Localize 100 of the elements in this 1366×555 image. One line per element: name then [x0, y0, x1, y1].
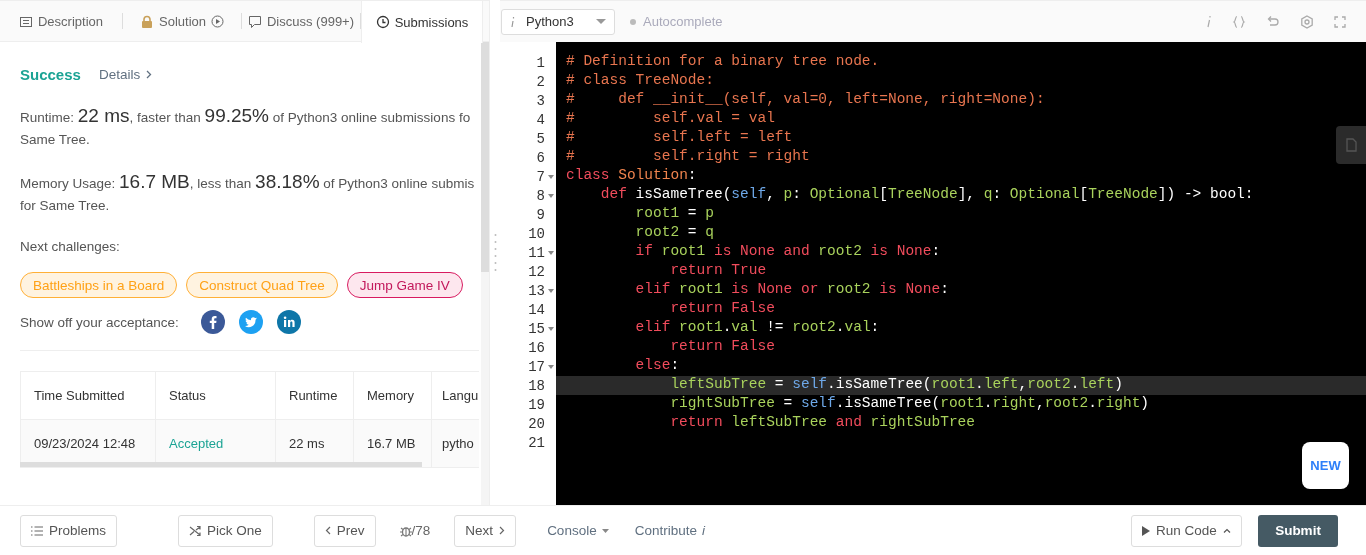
info-icon	[510, 15, 516, 28]
info-icon[interactable]	[1206, 15, 1212, 28]
code-line: return False	[669, 338, 775, 356]
caret-up-icon	[1222, 528, 1231, 533]
line-number: 17	[528, 358, 545, 375]
drag-handle-icon[interactable]	[493, 232, 497, 273]
code-line: elif root1 is None or root2 is None:	[634, 281, 949, 299]
pick-one-button[interactable]: Pick One	[178, 514, 273, 547]
code-line: if root1 is None and root2 is None:	[634, 243, 941, 261]
code-line: root2 = q	[634, 224, 714, 242]
line-number: 4	[536, 111, 545, 128]
chevron-right-icon	[146, 70, 153, 79]
line-number: 8	[536, 187, 545, 204]
play-circle-icon	[211, 15, 224, 28]
column-header: Runtime	[275, 371, 354, 420]
chevron-right-icon	[499, 526, 506, 535]
bug-icon	[399, 524, 412, 537]
line-number: 14	[528, 301, 545, 318]
line-number: 3	[536, 92, 545, 109]
fold-arrow-icon[interactable]	[548, 325, 554, 332]
console-button[interactable]: Console	[547, 523, 609, 538]
prev-button[interactable]: Prev	[313, 514, 376, 547]
problem-counter: /78	[411, 523, 431, 538]
code-line: rightSubTree = self.isSameTree(root1.right,root2.right)	[669, 395, 1150, 413]
document-icon	[1345, 138, 1357, 152]
side-panel-button[interactable]	[1336, 126, 1366, 164]
caret-down-icon	[601, 528, 609, 533]
caret-down-icon	[596, 18, 606, 25]
line-number: 13	[528, 282, 545, 299]
line-number: 9	[536, 206, 545, 223]
scrollbar-thumb[interactable]	[481, 42, 489, 272]
line-number: 7	[536, 168, 545, 185]
code-line: return False	[669, 300, 775, 318]
code-line: # self.val = val	[566, 110, 775, 128]
chevron-left-icon	[324, 526, 331, 535]
play-icon	[1142, 525, 1150, 536]
problems-button[interactable]: Problems	[20, 514, 118, 547]
facebook-icon[interactable]	[200, 310, 225, 334]
tab[interactable]: Solution	[123, 1, 241, 42]
column-header: Status	[155, 371, 276, 420]
next-challenges-label: Next challenges:	[20, 238, 121, 256]
submit-button[interactable]: Submit	[1258, 514, 1338, 547]
code-line: elif root1.val != root2.val:	[634, 319, 880, 337]
line-number: 2	[536, 73, 545, 90]
line-number: 19	[528, 396, 545, 413]
fold-arrow-icon[interactable]	[548, 173, 554, 180]
run-code-button[interactable]: Run Code	[1131, 514, 1242, 547]
result-status: Success	[20, 66, 81, 83]
details-link[interactable]: Details	[98, 67, 153, 82]
next-button[interactable]: Next	[454, 514, 517, 547]
line-number: 20	[528, 415, 545, 432]
column-header: Memory	[353, 371, 432, 420]
runtime-text: Runtime: 22 ms, faster than 99.25% of Python3 online submissions fo Same Tree.	[20, 105, 472, 149]
column-header: Time Submitted	[20, 371, 156, 420]
settings-icon[interactable]	[1300, 14, 1314, 29]
clock-icon	[375, 15, 390, 29]
tab[interactable]: Description	[0, 1, 122, 42]
code-line: else:	[634, 357, 680, 375]
fold-arrow-icon[interactable]	[548, 287, 554, 294]
code-line: leftSubTree = self.isSameTree(root1.left,root2.left)	[669, 376, 1123, 394]
code-line: # def __init__(self, val=0, left=None, right=None):	[566, 91, 1045, 109]
code-line: root1 = p	[634, 205, 714, 223]
code-line: # self.left = left	[566, 129, 793, 147]
code-line: # class TreeNode:	[566, 72, 714, 90]
fold-arrow-icon[interactable]	[548, 249, 554, 256]
undo-icon[interactable]	[1266, 14, 1280, 29]
linkedin-icon[interactable]	[276, 310, 301, 334]
line-number: 6	[536, 149, 545, 166]
line-number: 16	[528, 339, 545, 356]
code-line: return True	[669, 262, 767, 280]
list-icon	[31, 525, 43, 536]
braces-icon[interactable]	[1232, 14, 1246, 29]
fold-arrow-icon[interactable]	[548, 363, 554, 370]
lock-icon	[140, 14, 154, 29]
memory-text: Memory Usage: 16.7 MB, less than 38.18% of Python3 online submis for Same Tree.	[20, 171, 476, 215]
line-number: 5	[536, 130, 545, 147]
share-label: Show off your acceptance:	[20, 314, 179, 330]
line-number: 12	[528, 263, 545, 280]
line-number: 21	[528, 434, 545, 451]
shuffle-icon	[189, 524, 202, 537]
line-number: 11	[528, 244, 545, 261]
new-badge-button[interactable]: NEW	[1302, 442, 1349, 489]
code-line: return leftSubTree and rightSubTree	[669, 414, 975, 432]
twitter-icon[interactable]	[238, 310, 263, 334]
code-line: # self.right = right	[566, 148, 810, 166]
comment-icon	[247, 14, 262, 29]
line-number: 15	[528, 320, 545, 337]
fullscreen-icon[interactable]	[1334, 15, 1346, 28]
contribute-link[interactable]: Contribute i	[634, 523, 705, 538]
tab[interactable]: Submissions	[361, 1, 483, 43]
description-icon	[19, 14, 33, 29]
code-line: # Definition for a binary tree node.	[566, 53, 880, 71]
line-number: 1	[536, 54, 545, 71]
horizontal-scrollbar[interactable]	[20, 462, 422, 467]
tab[interactable]: Discuss (999+)	[242, 1, 360, 42]
line-number: 10	[528, 225, 545, 242]
language-select[interactable]: Python3	[501, 8, 615, 35]
fold-arrow-icon[interactable]	[548, 192, 554, 199]
challenge-chip[interactable]: Jump Game IV	[346, 272, 463, 298]
code-line: class Solution:	[566, 167, 697, 185]
